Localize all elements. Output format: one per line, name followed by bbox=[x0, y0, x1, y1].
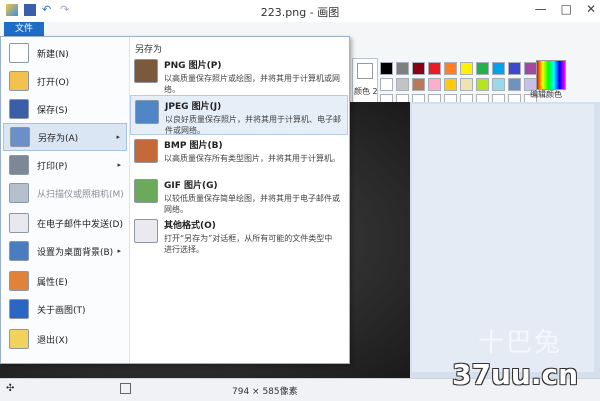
watermark-cn: 十巴兔 bbox=[478, 328, 563, 358]
file-menu-item-label: 退出(X) bbox=[37, 335, 69, 346]
file-menu-item-label: 设置为桌面背景(B) bbox=[37, 247, 114, 258]
print-icon bbox=[9, 155, 29, 175]
save-as-title: 另存为 bbox=[135, 45, 163, 55]
save-as-option-description: 以高质量保存照片或绘图，并将其用于计算机或网络。 bbox=[164, 74, 340, 94]
save-as-option-gif[interactable]: GIF 图片(G) 以较低质量保存简单绘图，并将其用于电子邮件或网络。 bbox=[130, 175, 348, 215]
save-as-option-title: 其他格式(O) bbox=[164, 221, 216, 231]
save-as-icon bbox=[10, 127, 30, 147]
color-swatch[interactable] bbox=[508, 62, 521, 75]
file-menu-item-exit[interactable]: 退出(X) bbox=[3, 325, 127, 353]
file-menu-item-save[interactable]: 保存(S) bbox=[3, 95, 127, 123]
file-menu-item-label: 关于画图(T) bbox=[37, 305, 86, 316]
exit-icon bbox=[9, 329, 29, 349]
png-icon bbox=[134, 59, 158, 83]
save-as-option-description: 以较低质量保存简单绘图，并将其用于电子邮件或网络。 bbox=[164, 194, 340, 214]
jpeg-icon bbox=[135, 100, 159, 124]
gif-icon bbox=[134, 179, 158, 203]
file-menu-item-scanner[interactable]: 从扫描仪或照相机(M) bbox=[3, 179, 127, 207]
file-menu-item-save-as[interactable]: 另存为(A) ▸ bbox=[3, 123, 127, 151]
color-swatch[interactable] bbox=[460, 78, 473, 91]
color-swatch[interactable] bbox=[412, 62, 425, 75]
save-as-panel: 另存为 PNG 图片(P) 以高质量保存照片或绘图，并将其用于计算机或网络。 JPE… bbox=[130, 37, 349, 363]
file-menu-item-new[interactable]: 新建(N) bbox=[3, 39, 127, 67]
color-2-button[interactable] bbox=[352, 58, 378, 108]
file-menu-item-properties[interactable]: 属性(E) bbox=[3, 267, 127, 295]
email-icon bbox=[9, 213, 29, 233]
save-as-option-other-formats[interactable]: 其他格式(O) 打开“另存为”对话框，从所有可能的文件类型中进行选择。 bbox=[130, 215, 348, 255]
save-as-option-description: 打开“另存为”对话框，从所有可能的文件类型中进行选择。 bbox=[164, 234, 333, 254]
file-menu-item-label: 另存为(A) bbox=[38, 133, 79, 144]
color-swatch[interactable] bbox=[396, 78, 409, 91]
file-menu-item-email[interactable]: 在电子邮件中发送(D) bbox=[3, 209, 127, 237]
desktop-icon bbox=[9, 241, 29, 261]
save-as-option-bmp[interactable]: BMP 图片(B) 以高质量保存所有类型图片，并将其用于计算机。 bbox=[130, 135, 348, 175]
bmp-icon bbox=[134, 139, 158, 163]
color-swatch[interactable] bbox=[428, 78, 441, 91]
save-icon bbox=[9, 99, 29, 119]
color-swatch[interactable] bbox=[444, 78, 457, 91]
move-icon: ✣ bbox=[6, 383, 15, 394]
submenu-arrow-icon: ▸ bbox=[117, 247, 121, 255]
file-tab[interactable]: 文件 bbox=[4, 22, 44, 36]
save-as-option-title: PNG 图片(P) bbox=[164, 61, 222, 71]
save-as-option-description: 以高质量保存所有类型图片，并将其用于计算机。 bbox=[164, 154, 340, 163]
edit-colors-label: 编辑颜色 bbox=[530, 90, 562, 99]
file-menu-item-label: 新建(N) bbox=[37, 49, 69, 60]
file-menu-item-label: 打开(O) bbox=[37, 77, 70, 88]
minimize-button[interactable]: — bbox=[535, 2, 547, 16]
image-dimensions: 794 × 585像素 bbox=[232, 387, 298, 397]
color-2-label: 颜色 2 bbox=[354, 87, 378, 96]
color-swatch[interactable] bbox=[476, 78, 489, 91]
about-icon bbox=[9, 299, 29, 319]
color-palette bbox=[380, 62, 537, 107]
file-menu-item-label: 属性(E) bbox=[37, 277, 68, 288]
file-menu-commands: 新建(N) 打开(O) 保存(S) 另存为(A) ▸ 打印(P) ▸ 从扫描仪或照相机(M) 在… bbox=[1, 37, 130, 363]
other-formats-icon bbox=[134, 219, 158, 243]
save-as-option-png[interactable]: PNG 图片(P) 以高质量保存照片或绘图，并将其用于计算机或网络。 bbox=[130, 55, 348, 94]
color-swatch[interactable] bbox=[492, 62, 505, 75]
edit-colors-button[interactable] bbox=[536, 60, 566, 90]
save-as-option-title: JPEG 图片(J) bbox=[165, 102, 222, 112]
title-bar: ↶ ↷ 223.png - 画图 — □ ✕ bbox=[0, 0, 600, 23]
file-menu-item-print[interactable]: 打印(P) ▸ bbox=[3, 151, 127, 179]
color-swatch[interactable] bbox=[428, 62, 441, 75]
color-swatch[interactable] bbox=[380, 62, 393, 75]
color-swatch[interactable] bbox=[476, 62, 489, 75]
file-menu-item-label: 从扫描仪或照相机(M) bbox=[37, 189, 124, 200]
save-as-option-title: GIF 图片(G) bbox=[164, 181, 218, 191]
file-menu-item-label: 在电子邮件中发送(D) bbox=[37, 219, 123, 230]
file-menu-item-open[interactable]: 打开(O) bbox=[3, 67, 127, 95]
file-menu-item-label: 保存(S) bbox=[37, 105, 68, 116]
file-menu-item-desktop[interactable]: 设置为桌面背景(B) ▸ bbox=[3, 237, 127, 265]
color-swatch[interactable] bbox=[380, 78, 393, 91]
color-swatch[interactable] bbox=[412, 78, 425, 91]
color-swatch[interactable] bbox=[396, 62, 409, 75]
window-title: 223.png - 画图 bbox=[260, 6, 340, 19]
save-as-option-title: BMP 图片(B) bbox=[164, 141, 223, 151]
color-swatch[interactable] bbox=[492, 78, 505, 91]
scanner-icon bbox=[9, 183, 29, 203]
color-swatch[interactable] bbox=[508, 78, 521, 91]
close-button[interactable]: ✕ bbox=[586, 2, 596, 16]
watermark: 37uu.cn bbox=[452, 358, 578, 391]
save-as-option-jpeg[interactable]: JPEG 图片(J) 以良好质量保存照片，并将其用于计算机、电子邮件或网络。 bbox=[130, 95, 348, 135]
color-swatch[interactable] bbox=[444, 62, 457, 75]
file-menu-item-about[interactable]: 关于画图(T) bbox=[3, 295, 127, 323]
submenu-arrow-icon: ▸ bbox=[117, 161, 121, 169]
file-menu: 新建(N) 打开(O) 保存(S) 另存为(A) ▸ 打印(P) ▸ 从扫描仪或照相机(M) 在… bbox=[0, 36, 350, 364]
color-swatch[interactable] bbox=[460, 62, 473, 75]
file-menu-item-label: 打印(P) bbox=[37, 161, 68, 172]
save-as-option-description: 以良好质量保存照片，并将其用于计算机、电子邮件或网络。 bbox=[165, 115, 341, 135]
maximize-button[interactable]: □ bbox=[561, 2, 572, 16]
selection-size-icon bbox=[120, 383, 131, 394]
open-icon bbox=[9, 71, 29, 91]
new-icon bbox=[9, 43, 29, 63]
submenu-arrow-icon: ▸ bbox=[116, 133, 120, 141]
properties-icon bbox=[9, 271, 29, 291]
